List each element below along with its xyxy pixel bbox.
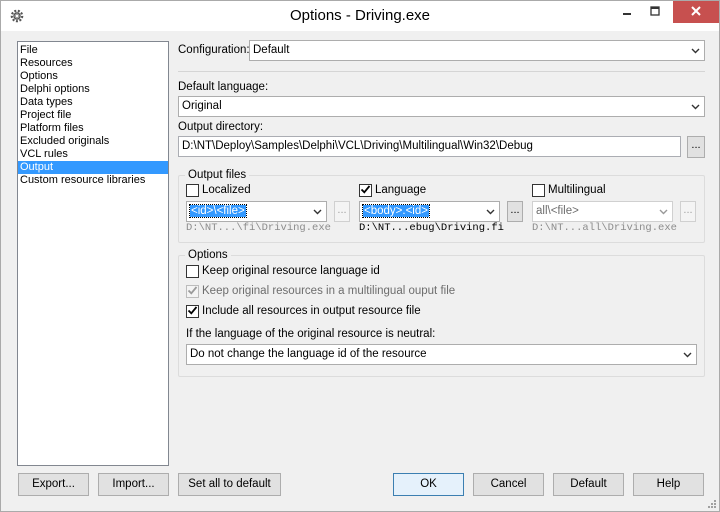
category-list[interactable]: File Resources Options Delphi options Da… — [17, 41, 169, 466]
cancel-button[interactable]: Cancel — [473, 473, 544, 496]
multilingual-path: D:\NT...all\Driving.exe — [532, 222, 677, 234]
minimize-button[interactable] — [613, 1, 641, 23]
neutral-language-label: If the language of the original resource… — [186, 328, 436, 340]
language-label: Language — [375, 184, 427, 196]
multilingual-browse-button[interactable]: ... — [680, 201, 696, 222]
multilingual-pattern-select[interactable]: all\<file> — [532, 201, 673, 222]
configuration-select[interactable]: Default — [249, 40, 705, 61]
configuration-value: Default — [253, 44, 290, 56]
sidebar-item-resources[interactable]: Resources — [18, 57, 168, 70]
export-button[interactable]: Export... — [18, 473, 89, 496]
sidebar-item-project-file[interactable]: Project file — [18, 109, 168, 122]
sidebar-item-custom-resource-libraries[interactable]: Custom resource libraries — [18, 174, 168, 187]
sidebar-item-vcl-rules[interactable]: VCL rules — [18, 148, 168, 161]
default-language-select[interactable]: Original — [178, 96, 705, 117]
localized-browse-button[interactable]: ... — [334, 201, 350, 222]
localized-checkbox[interactable] — [186, 184, 199, 197]
checkmark-icon — [360, 184, 371, 198]
size-grip-icon[interactable] — [705, 497, 717, 512]
keep-in-multilingual-label: Keep original resources in a multilingua… — [202, 285, 456, 297]
chevron-down-icon — [690, 97, 700, 116]
chevron-down-icon — [658, 202, 668, 221]
output-directory-input[interactable]: D:\NT\Deploy\Samples\Delphi\VCL\Driving\… — [178, 136, 681, 157]
language-browse-button[interactable]: ... — [507, 201, 523, 222]
multilingual-label: Multilingual — [548, 184, 606, 196]
multilingual-checkbox[interactable] — [532, 184, 545, 197]
sidebar-item-excluded-originals[interactable]: Excluded originals — [18, 135, 168, 148]
language-path: D:\NT...ebug\Driving.fi — [359, 222, 504, 234]
localized-path: D:\NT...\fi\Driving.exe — [186, 222, 331, 234]
language-checkbox[interactable] — [359, 184, 372, 197]
maximize-button[interactable] — [641, 1, 669, 23]
include-all-checkbox[interactable] — [186, 305, 199, 318]
language-pattern-value: <body>.<id> — [362, 204, 430, 218]
close-button[interactable] — [673, 1, 719, 23]
configuration-label: Configuration: — [178, 44, 250, 56]
output-directory-browse-button[interactable]: ... — [687, 136, 705, 158]
localized-pattern-value: <id>\<file> — [189, 204, 247, 218]
chevron-down-icon — [682, 345, 692, 364]
output-files-title: Output files — [185, 168, 250, 182]
sidebar-item-options[interactable]: Options — [18, 70, 168, 83]
default-button[interactable]: Default — [553, 473, 624, 496]
include-all-label: Include all resources in output resource… — [202, 305, 421, 317]
keep-in-multilingual-checkbox[interactable] — [186, 285, 199, 298]
keep-language-id-checkbox[interactable] — [186, 265, 199, 278]
import-button[interactable]: Import... — [98, 473, 169, 496]
neutral-language-value: Do not change the language id of the res… — [190, 348, 427, 360]
close-icon — [690, 5, 702, 20]
separator — [178, 71, 705, 72]
set-all-default-button[interactable]: Set all to default — [178, 473, 281, 496]
minimize-icon — [622, 5, 632, 19]
help-button[interactable]: Help — [633, 473, 704, 496]
window-title: Options - Driving.exe — [289, 7, 431, 24]
maximize-icon — [650, 5, 660, 19]
sidebar-item-delphi-options[interactable]: Delphi options — [18, 83, 168, 96]
ok-button[interactable]: OK — [393, 473, 464, 496]
checkmark-icon — [187, 285, 198, 299]
chevron-down-icon — [312, 202, 322, 221]
sidebar-item-output[interactable]: Output — [18, 161, 168, 174]
options-title: Options — [185, 248, 231, 262]
output-directory-label: Output directory: — [178, 121, 264, 133]
sidebar-item-file[interactable]: File — [18, 44, 168, 57]
chevron-down-icon — [485, 202, 495, 221]
neutral-language-select[interactable]: Do not change the language id of the res… — [186, 344, 697, 365]
sidebar-item-data-types[interactable]: Data types — [18, 96, 168, 109]
localized-label: Localized — [202, 184, 251, 196]
options-dialog: Options - Driving.exe File Resources Opt… — [0, 0, 720, 512]
language-pattern-select[interactable]: <body>.<id> — [359, 201, 500, 222]
default-language-label: Default language: — [178, 81, 269, 93]
title-bar: Options - Driving.exe — [1, 1, 719, 31]
keep-language-id-label: Keep original resource language id — [202, 265, 380, 277]
chevron-down-icon — [690, 41, 700, 60]
default-language-value: Original — [182, 100, 222, 112]
checkmark-icon — [187, 305, 198, 319]
localized-pattern-select[interactable]: <id>\<file> — [186, 201, 327, 222]
multilingual-pattern-value: all\<file> — [536, 205, 579, 217]
sidebar-item-platform-files[interactable]: Platform files — [18, 122, 168, 135]
